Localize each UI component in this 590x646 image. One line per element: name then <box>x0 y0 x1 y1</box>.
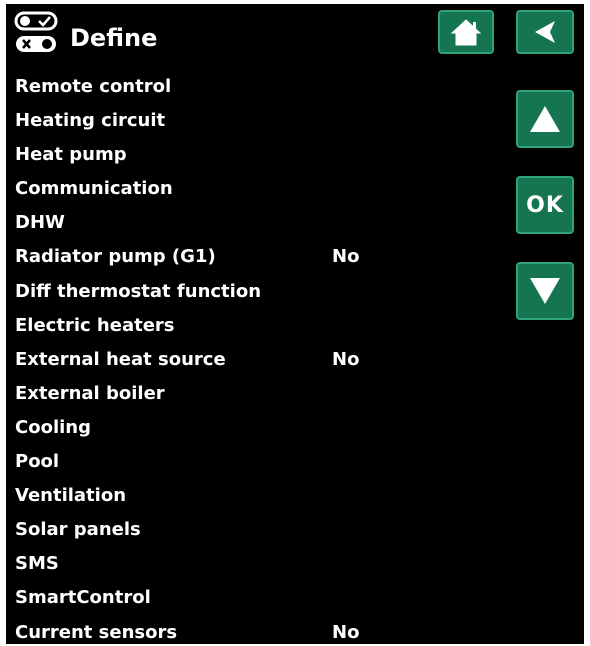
ok-button[interactable]: OK <box>516 176 574 234</box>
menu-item-label: DHW <box>15 212 65 234</box>
menu-item-label: Heat pump <box>15 144 127 166</box>
menu-item-cooling[interactable]: Cooling <box>15 411 435 445</box>
ok-button-label: OK <box>526 192 564 218</box>
menu-item-heat-pump[interactable]: Heat pump <box>15 138 435 172</box>
display-screen: Define OK Remote control Heating circuit <box>6 4 584 644</box>
menu-item-heating-circuit[interactable]: Heating circuit <box>15 104 435 138</box>
menu-item-label: External boiler <box>15 382 165 404</box>
back-button[interactable] <box>516 10 574 54</box>
down-button[interactable] <box>516 262 574 320</box>
menu-item-label: Remote control <box>15 76 172 97</box>
menu-item-label: SmartControl <box>15 587 151 609</box>
menu-item-current-sensors[interactable]: Current sensors No <box>15 616 435 645</box>
menu-item-label: Communication <box>15 178 173 200</box>
menu-item-value: No <box>332 348 360 370</box>
menu-item-communication[interactable]: Communication <box>15 172 435 206</box>
menu-item-electric-heaters[interactable]: Electric heaters <box>15 309 435 343</box>
menu-item-remote-control[interactable]: Remote control <box>15 70 435 104</box>
menu-item-dhw[interactable]: DHW <box>15 206 435 240</box>
menu-item-smartcontrol[interactable]: SmartControl <box>15 581 435 615</box>
menu-item-label: Solar panels <box>15 519 141 541</box>
back-arrow-icon <box>535 21 555 43</box>
home-button[interactable] <box>438 10 494 54</box>
menu-item-label: Heating circuit <box>15 110 166 132</box>
menu-item-diff-thermostat-function[interactable]: Diff thermostat function <box>15 275 435 309</box>
menu-item-label: Radiator pump (G1) <box>15 246 216 268</box>
menu-item-ventilation[interactable]: Ventilation <box>15 479 435 513</box>
menu-item-label: Electric heaters <box>15 314 175 336</box>
define-menu-list: Remote control Heating circuit Heat pump… <box>15 70 435 644</box>
menu-item-external-boiler[interactable]: External boiler <box>15 377 435 411</box>
home-icon <box>450 19 482 46</box>
menu-item-radiator-pump[interactable]: Radiator pump (G1) No <box>15 240 435 274</box>
menu-item-label: SMS <box>15 553 59 575</box>
up-arrow-icon <box>530 106 560 132</box>
menu-item-label: Diff thermostat function <box>15 280 262 302</box>
menu-item-label: Cooling <box>15 416 91 438</box>
page-title: Define <box>70 24 158 52</box>
menu-item-label: Pool <box>15 451 60 473</box>
menu-item-value: No <box>332 621 360 643</box>
menu-item-value: No <box>332 246 360 268</box>
menu-item-external-heat-source[interactable]: External heat source No <box>15 343 435 377</box>
menu-item-label: External heat source <box>15 348 226 370</box>
toggle-settings-icon <box>14 10 58 56</box>
menu-item-label: Current sensors <box>15 621 178 643</box>
down-arrow-icon <box>530 278 560 304</box>
menu-item-sms[interactable]: SMS <box>15 547 435 581</box>
up-button[interactable] <box>516 90 574 148</box>
menu-item-solar-panels[interactable]: Solar panels <box>15 513 435 547</box>
menu-item-label: Ventilation <box>15 485 127 507</box>
menu-item-pool[interactable]: Pool <box>15 445 435 479</box>
